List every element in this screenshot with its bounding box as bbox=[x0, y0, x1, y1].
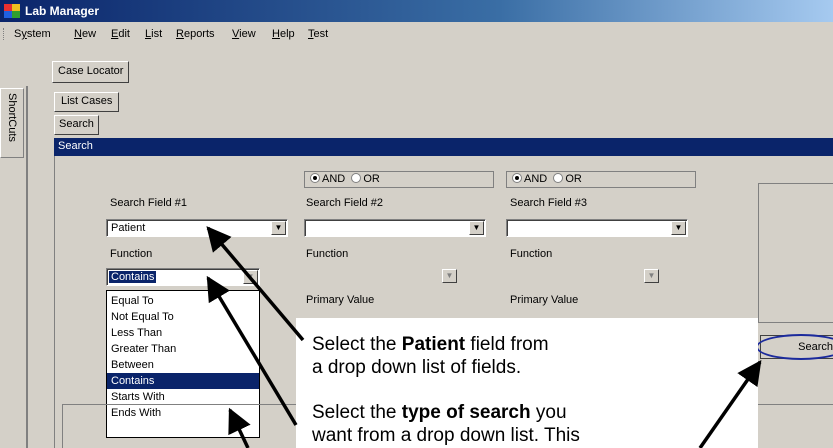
search-panel-header: Search bbox=[54, 138, 833, 156]
shortcuts-label: ShortCuts bbox=[6, 93, 18, 142]
callout-type-line1: Select the type of search you bbox=[312, 402, 567, 423]
function-2-label: Function bbox=[306, 248, 349, 260]
app-window: Lab Manager System New Edit List Reports… bbox=[0, 0, 833, 448]
search-field-1-select[interactable]: Patient ▼ bbox=[106, 219, 288, 237]
menu-test[interactable]: Test bbox=[308, 28, 328, 40]
search-field-3-select[interactable]: ▼ bbox=[506, 219, 688, 237]
menu-list[interactable]: List bbox=[145, 28, 162, 40]
chevron-down-icon[interactable]: ▼ bbox=[271, 221, 286, 235]
chevron-down-icon[interactable]: ▼ bbox=[469, 221, 484, 235]
function-option-not-equal-to[interactable]: Not Equal To bbox=[107, 309, 259, 325]
primary-value-3-label: Primary Value bbox=[510, 294, 579, 306]
logic-group-2: AND OR bbox=[304, 171, 494, 188]
callout-patient-line2: a drop down list of fields. bbox=[312, 357, 522, 378]
menu-help[interactable]: Help bbox=[272, 28, 295, 40]
and-radio-2[interactable] bbox=[310, 173, 320, 183]
sidebar-divider bbox=[26, 86, 28, 448]
tab-search[interactable]: Search bbox=[54, 115, 99, 135]
function-option-less-than[interactable]: Less Than bbox=[107, 325, 259, 341]
function-2-select: ▼ bbox=[440, 268, 458, 286]
and-radio-3[interactable] bbox=[512, 173, 522, 183]
chevron-down-icon[interactable]: ▼ bbox=[243, 270, 258, 284]
menu-edit[interactable]: Edit bbox=[111, 28, 130, 40]
primary-value-2-label: Primary Value bbox=[306, 294, 375, 306]
or-radio-2[interactable] bbox=[351, 173, 362, 183]
function-1-label: Function bbox=[110, 248, 153, 260]
function-1-select[interactable]: Contains ▼ bbox=[106, 268, 260, 286]
logic-group-3: AND OR bbox=[506, 171, 696, 188]
function-3-select: ▼ bbox=[642, 268, 660, 286]
instruction-callout: Select the Patient field from a drop dow… bbox=[296, 318, 758, 448]
shortcuts-sidebar[interactable]: ShortCuts bbox=[0, 88, 24, 158]
tab-list-cases[interactable]: List Cases bbox=[54, 92, 120, 112]
callout-type-line2: want from a drop down list. This bbox=[312, 425, 580, 446]
function-option-starts-with[interactable]: Starts With bbox=[107, 389, 259, 405]
function-option-contains[interactable]: Contains bbox=[107, 373, 259, 389]
function-option-between[interactable]: Between bbox=[107, 357, 259, 373]
function-3-label: Function bbox=[510, 248, 553, 260]
function-option-greater-than[interactable]: Greater Than bbox=[107, 341, 259, 357]
search-field-2-label: Search Field #2 bbox=[306, 197, 384, 209]
case-locator-button[interactable]: Case Locator bbox=[52, 61, 130, 83]
search-field-2-select[interactable]: ▼ bbox=[304, 219, 486, 237]
menu-bar: System New Edit List Reports View Help T… bbox=[0, 23, 833, 45]
menu-new[interactable]: New bbox=[74, 28, 96, 40]
search-field-3-label: Search Field #3 bbox=[510, 197, 588, 209]
function-option-equal-to[interactable]: Equal To bbox=[107, 293, 259, 309]
function-1-value: Contains bbox=[109, 271, 157, 283]
or-radio-3[interactable] bbox=[553, 173, 564, 183]
search-field-1-label: Search Field #1 bbox=[110, 197, 188, 209]
search-field-1-value: Patient bbox=[111, 222, 146, 234]
and-label-3: AND bbox=[524, 173, 548, 185]
menu-view[interactable]: View bbox=[232, 28, 256, 40]
menu-grip-handle[interactable] bbox=[3, 28, 6, 40]
chevron-down-icon: ▼ bbox=[442, 269, 457, 283]
or-label-2: OR bbox=[363, 173, 380, 185]
results-frame bbox=[758, 183, 833, 323]
or-label-3: OR bbox=[565, 173, 582, 185]
chevron-down-icon: ▼ bbox=[644, 269, 659, 283]
title-bar: Lab Manager bbox=[0, 0, 833, 22]
menu-system[interactable]: System bbox=[14, 28, 51, 40]
bottom-divider bbox=[62, 404, 63, 448]
and-label-2: AND bbox=[322, 173, 346, 185]
window-title: Lab Manager bbox=[25, 4, 100, 18]
menu-reports[interactable]: Reports bbox=[176, 28, 215, 40]
lab-manager-app-icon bbox=[4, 4, 20, 18]
callout-patient-line1: Select the Patient field from bbox=[312, 334, 549, 355]
chevron-down-icon[interactable]: ▼ bbox=[671, 221, 686, 235]
